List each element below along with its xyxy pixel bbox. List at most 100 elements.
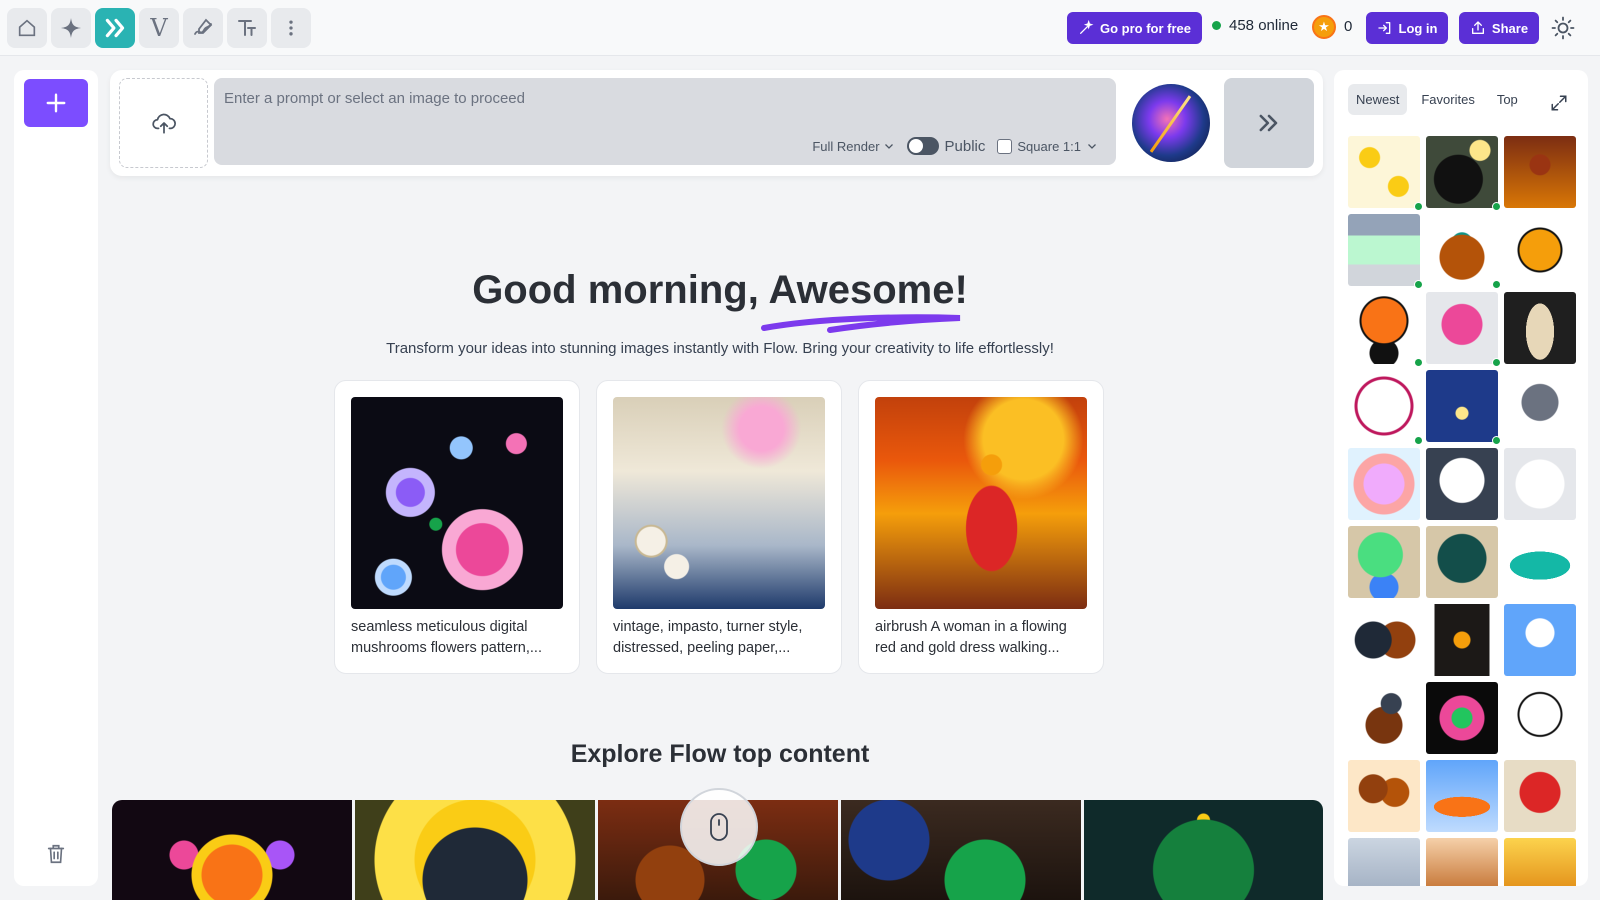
gallery-item[interactable] (1348, 448, 1420, 520)
suggestion-card[interactable]: vintage, impasto, turner style, distress… (596, 380, 842, 674)
tab-newest[interactable]: Newest (1348, 84, 1408, 115)
home-button[interactable] (7, 8, 47, 48)
square-checkbox[interactable] (997, 138, 1013, 154)
tab-favorites[interactable]: Favorites (1413, 84, 1482, 115)
coin-count: 0 (1344, 18, 1353, 35)
gallery-item[interactable] (1504, 526, 1576, 598)
v-tool-button[interactable]: V (139, 8, 179, 48)
gallery-item[interactable] (1426, 370, 1501, 445)
plus-icon (46, 93, 66, 113)
home-icon (18, 19, 36, 37)
suggestion-caption: seamless meticulous digital mushrooms fl… (351, 619, 542, 656)
gallery-item[interactable] (1426, 526, 1498, 598)
render-mode-label: Full Render (812, 138, 880, 154)
gallery-item[interactable] (1348, 682, 1420, 754)
suggestion-image (351, 397, 563, 609)
online-dot-icon (1492, 436, 1501, 445)
model-avatar[interactable] (1132, 84, 1210, 162)
go-pro-button[interactable]: Go pro for free (1067, 12, 1202, 44)
v-logo-icon: V (150, 14, 168, 42)
text-icon (238, 20, 256, 36)
draw-icon (194, 18, 213, 35)
new-project-button[interactable] (24, 79, 88, 127)
tab-top[interactable]: Top (1489, 84, 1526, 115)
gallery-item[interactable] (1348, 526, 1420, 598)
online-label: 458 online (1229, 17, 1299, 34)
gallery-item[interactable] (1504, 136, 1576, 208)
online-dot-icon (1212, 21, 1221, 30)
gallery-item[interactable] (1426, 760, 1498, 832)
prompt-area: Full Render Public Square 1:1 (214, 78, 1116, 165)
suggestion-card[interactable]: seamless meticulous digital mushrooms fl… (334, 380, 580, 674)
magic-wand-icon (1079, 20, 1094, 34)
aspect-ratio-dropdown[interactable]: Square 1:1 (997, 138, 1098, 154)
suggestion-caption: vintage, impasto, turner style, distress… (613, 619, 803, 656)
online-dot-icon (1414, 202, 1423, 211)
online-dot-icon (1414, 436, 1423, 445)
expand-icon[interactable] (1550, 94, 1568, 112)
upload-image-dropzone[interactable] (119, 78, 208, 168)
public-toggle-group: Public (906, 137, 986, 155)
gallery-item[interactable] (1348, 292, 1423, 367)
explore-item[interactable] (355, 800, 595, 900)
gallery-item[interactable] (1504, 214, 1576, 286)
gallery-panel: Newest Favorites Top (1334, 70, 1588, 886)
coin-icon[interactable]: ★ (1312, 15, 1336, 39)
gallery-item[interactable] (1348, 604, 1420, 676)
gallery-item[interactable] (1426, 838, 1498, 886)
gallery-item[interactable] (1426, 682, 1498, 754)
gallery-item[interactable] (1426, 214, 1501, 289)
gallery-item[interactable] (1426, 292, 1501, 367)
render-mode-dropdown[interactable]: Full Render (812, 139, 894, 154)
theme-toggle-sun-icon[interactable] (1551, 16, 1575, 40)
more-button[interactable] (271, 8, 311, 48)
gallery-item[interactable] (1348, 370, 1423, 445)
explore-item[interactable] (112, 800, 352, 900)
gallery-item[interactable] (1504, 448, 1576, 520)
login-icon (1377, 22, 1390, 34)
gallery-item[interactable] (1348, 136, 1423, 211)
gallery-item[interactable] (1426, 136, 1501, 211)
online-dot-icon (1492, 202, 1501, 211)
gallery-item[interactable] (1426, 604, 1498, 676)
online-dot-icon (1414, 358, 1423, 367)
gallery-item[interactable] (1348, 214, 1423, 289)
online-dot-icon (1414, 280, 1423, 289)
draw-tool-button[interactable] (183, 8, 223, 48)
sparkle-button[interactable] (51, 8, 91, 48)
share-label: Share (1491, 20, 1529, 36)
gallery-item[interactable] (1504, 292, 1576, 364)
explore-item[interactable] (1084, 800, 1323, 900)
gallery-item[interactable] (1348, 838, 1420, 886)
gallery-item[interactable] (1504, 838, 1576, 886)
brush-underline (761, 314, 961, 333)
flow-chevrons-icon (105, 18, 125, 38)
online-dot-icon (1492, 280, 1501, 289)
mouse-icon (710, 813, 728, 841)
prompt-input[interactable] (224, 86, 1084, 110)
suggestion-image (875, 397, 1087, 609)
login-button[interactable]: Log in (1366, 12, 1448, 44)
gallery-item[interactable] (1504, 682, 1576, 754)
share-button[interactable]: Share (1459, 12, 1539, 44)
hero-subtitle: Transform your ideas into stunning image… (386, 340, 1054, 357)
online-dot-icon (1492, 358, 1501, 367)
gallery-item[interactable] (1504, 604, 1576, 676)
generate-button[interactable] (1224, 78, 1314, 168)
gallery-item[interactable] (1504, 370, 1576, 442)
flow-button[interactable] (95, 8, 135, 48)
gallery-item[interactable] (1348, 760, 1420, 832)
prompt-options: Full Render Public Square 1:1 (812, 137, 1098, 155)
explore-item[interactable] (841, 800, 1081, 900)
trash-icon[interactable] (45, 842, 67, 866)
sparkle-icon (61, 18, 81, 38)
suggestion-card[interactable]: airbrush A woman in a flowing red and go… (858, 380, 1104, 674)
gallery-item[interactable] (1504, 760, 1576, 832)
public-label: Public (944, 137, 986, 155)
text-tool-button[interactable] (227, 8, 267, 48)
suggestion-caption: airbrush A woman in a flowing red and go… (875, 619, 1067, 656)
greeting-text: Good morning, (472, 268, 759, 312)
gallery-item[interactable] (1426, 448, 1498, 520)
public-toggle[interactable] (906, 137, 939, 155)
chevron-down-icon (884, 144, 893, 149)
